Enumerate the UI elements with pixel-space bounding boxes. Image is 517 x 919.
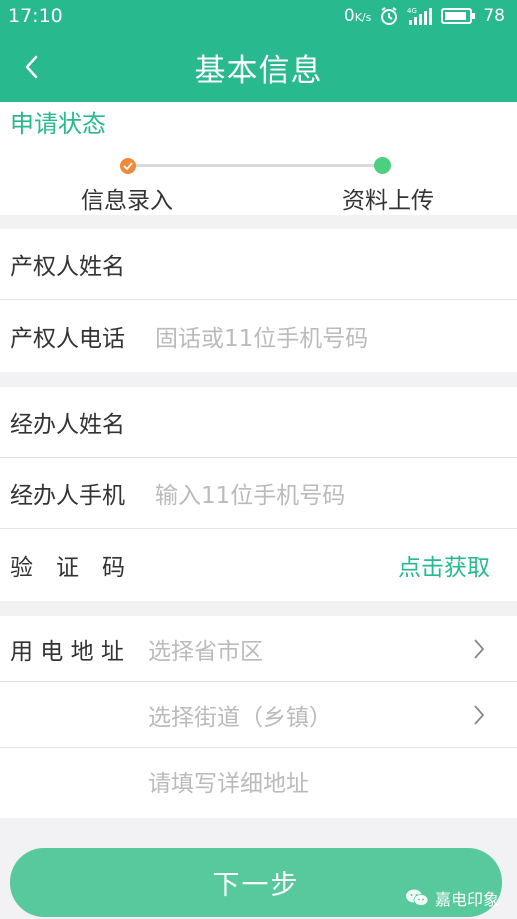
get-code-button[interactable]: 点击获取 bbox=[398, 548, 490, 582]
address-section: 用 电 地 址 选择省市区 选择街道（乡镇） 请填写详细地址 bbox=[0, 616, 517, 818]
app-header: 基本信息 bbox=[0, 32, 517, 102]
owner-phone-input[interactable]: 固话或11位手机号码 bbox=[155, 319, 368, 353]
street-select[interactable]: 选择街道（乡镇） bbox=[148, 698, 332, 732]
owner-section: 产权人姓名 产权人电话 固话或11位手机号码 bbox=[0, 229, 517, 372]
agent-mobile-row[interactable]: 经办人手机 输入11位手机号码 bbox=[0, 458, 517, 529]
verification-code-label: 验 证 码 bbox=[10, 554, 125, 581]
owner-name-label: 产权人姓名 bbox=[10, 254, 125, 280]
agent-mobile-input[interactable]: 输入11位手机号码 bbox=[155, 476, 345, 510]
alarm-icon bbox=[379, 6, 399, 26]
watermark: 嘉电印象 bbox=[405, 886, 499, 910]
wechat-icon bbox=[405, 889, 429, 906]
agent-name-row[interactable]: 经办人姓名 bbox=[0, 387, 517, 458]
agent-mobile-label: 经办人手机 bbox=[10, 483, 125, 509]
status-bar: 17:10 0K/s 4G 78 bbox=[0, 0, 517, 32]
status-panel: 申请状态 bbox=[0, 102, 517, 215]
agent-name-label: 经办人姓名 bbox=[10, 412, 125, 438]
status-icons: 0K/s 4G 78 bbox=[344, 6, 505, 26]
agent-section: 经办人姓名 经办人手机 输入11位手机号码 验 证 码 点击获取 bbox=[0, 387, 517, 601]
battery-icon bbox=[441, 7, 476, 25]
svg-text:4G: 4G bbox=[407, 7, 417, 15]
chevron-right-icon bbox=[474, 704, 485, 725]
province-select[interactable]: 选择省市区 bbox=[148, 632, 263, 666]
step-done-icon bbox=[120, 158, 136, 174]
next-button-label: 下一步 bbox=[212, 870, 300, 901]
page-title: 基本信息 bbox=[194, 52, 323, 89]
owner-phone-label: 产权人电话 bbox=[10, 325, 125, 352]
owner-phone-row[interactable]: 产权人电话 固话或11位手机号码 bbox=[0, 300, 517, 371]
step-current-icon bbox=[374, 157, 391, 174]
progress-line bbox=[128, 164, 383, 167]
street-row[interactable]: 选择街道（乡镇） bbox=[0, 682, 517, 748]
step-label-upload: 资料上传 bbox=[342, 188, 434, 214]
watermark-text: 嘉电印象 bbox=[434, 890, 499, 909]
back-button[interactable] bbox=[18, 52, 44, 82]
verification-code-row[interactable]: 验 证 码 点击获取 bbox=[0, 529, 517, 600]
network-speed: 0K/s bbox=[343, 6, 372, 26]
province-row[interactable]: 用 电 地 址 选择省市区 bbox=[0, 616, 517, 682]
status-title: 申请状态 bbox=[10, 110, 106, 138]
owner-name-row[interactable]: 产权人姓名 bbox=[0, 229, 517, 300]
signal-icon: 4G bbox=[407, 6, 433, 26]
detail-address-row[interactable]: 请填写详细地址 bbox=[0, 748, 517, 814]
address-label: 用 电 地 址 bbox=[10, 638, 124, 665]
battery-level: 78 bbox=[483, 6, 505, 26]
clock: 17:10 bbox=[8, 5, 63, 27]
chevron-left-icon bbox=[25, 55, 38, 79]
chevron-right-icon bbox=[474, 638, 485, 659]
detail-address-input[interactable]: 请填写详细地址 bbox=[148, 764, 309, 798]
step-label-info: 信息录入 bbox=[81, 188, 173, 214]
